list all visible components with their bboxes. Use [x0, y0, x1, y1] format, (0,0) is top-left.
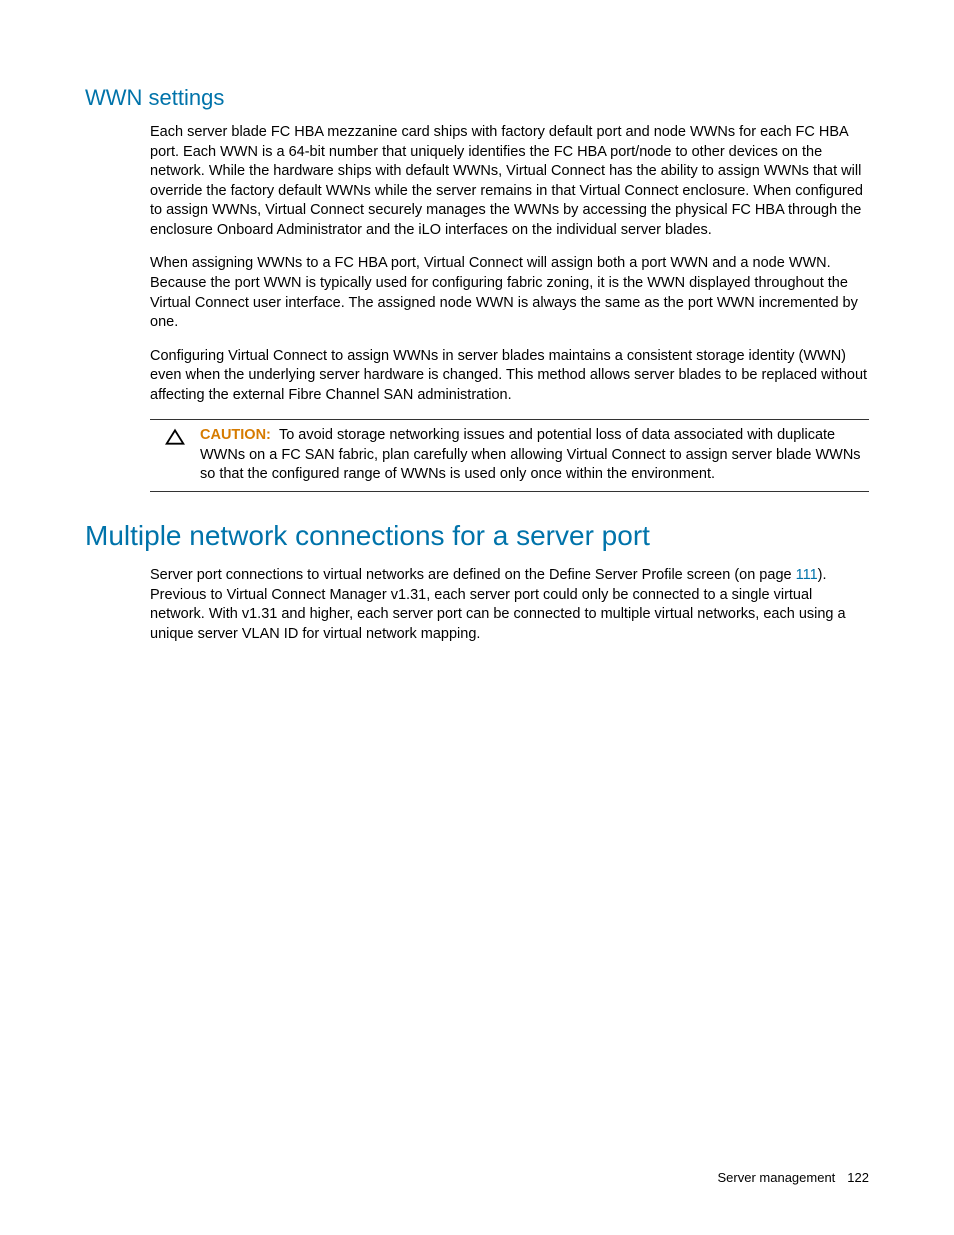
heading-multiple-network: Multiple network connections for a serve… — [85, 520, 869, 552]
paragraph-text-part1: Server port connections to virtual netwo… — [150, 567, 796, 583]
caution-text-content: CAUTION: To avoid storage networking iss… — [200, 426, 869, 485]
paragraph-wwn-3: Configuring Virtual Connect to assign WW… — [150, 347, 869, 406]
caution-triangle-icon — [150, 426, 200, 446]
footer-section-name: Server management — [718, 1170, 836, 1185]
page-footer: Server management 122 — [718, 1170, 869, 1185]
paragraph-wwn-2: When assigning WWNs to a FC HBA port, Vi… — [150, 254, 869, 332]
caution-label: CAUTION: — [200, 427, 271, 443]
paragraph-multiple-1: Server port connections to virtual netwo… — [150, 566, 869, 644]
paragraph-wwn-1: Each server blade FC HBA mezzanine card … — [150, 123, 869, 240]
footer-page-number: 122 — [847, 1170, 869, 1185]
heading-wwn-settings: WWN settings — [85, 85, 869, 111]
caution-box: CAUTION: To avoid storage networking iss… — [150, 419, 869, 492]
page-link-111[interactable]: 111 — [796, 567, 818, 583]
caution-body: To avoid storage networking issues and p… — [200, 427, 861, 482]
